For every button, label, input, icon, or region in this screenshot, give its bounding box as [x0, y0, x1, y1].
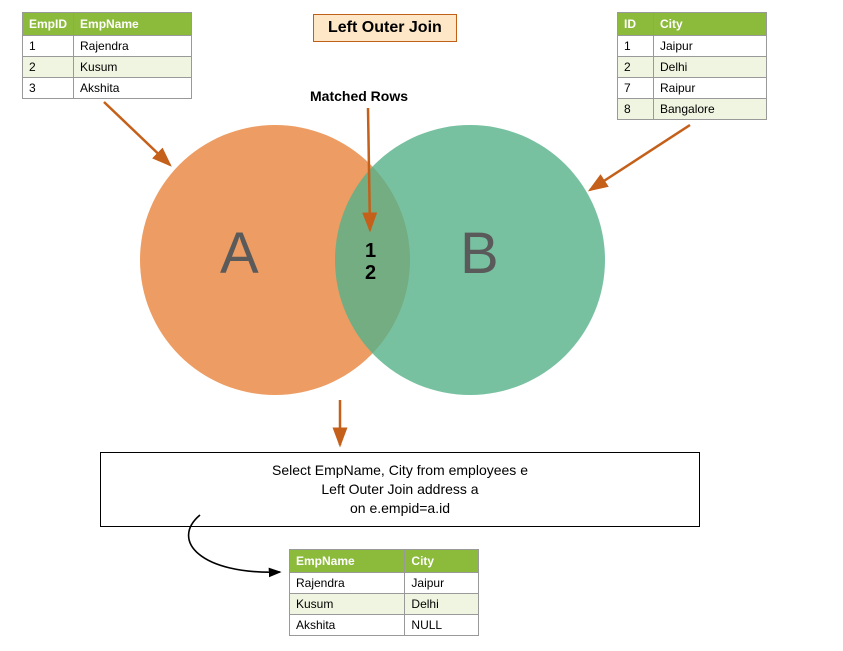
diagram-title: Left Outer Join: [313, 14, 457, 42]
table-row: Kusum Delhi: [290, 594, 479, 615]
result-header-empname: EmpName: [290, 550, 405, 573]
table-row: 2 Delhi: [618, 57, 767, 78]
table-b-header-city: City: [654, 13, 767, 36]
table-a-header-empname: EmpName: [74, 13, 192, 36]
table-row: 3 Akshita: [23, 78, 192, 99]
table-b-header-id: ID: [618, 13, 654, 36]
table-b: ID City 1 Jaipur 2 Delhi 7 Raipur 8 Bang…: [617, 12, 767, 120]
table-row: 1 Jaipur: [618, 36, 767, 57]
venn-diagram: A B 1 2: [140, 115, 620, 405]
sql-line: Left Outer Join address a: [111, 480, 689, 499]
venn-intersection-values: 1 2: [365, 240, 376, 284]
venn-label-b: B: [460, 220, 499, 287]
table-row: 2 Kusum: [23, 57, 192, 78]
table-a: EmpID EmpName 1 Rajendra 2 Kusum 3 Akshi…: [22, 12, 192, 99]
table-a-header-empid: EmpID: [23, 13, 74, 36]
result-table: EmpName City Rajendra Jaipur Kusum Delhi…: [289, 549, 479, 636]
sql-line: on e.empid=a.id: [111, 499, 689, 518]
sql-line: Select EmpName, City from employees e: [111, 461, 689, 480]
table-row: Rajendra Jaipur: [290, 573, 479, 594]
table-row: 8 Bangalore: [618, 99, 767, 120]
table-row: 7 Raipur: [618, 78, 767, 99]
result-header-city: City: [405, 550, 479, 573]
venn-label-a: A: [220, 220, 259, 287]
matched-rows-label: Matched Rows: [310, 88, 408, 104]
sql-query-box: Select EmpName, City from employees e Le…: [100, 452, 700, 527]
table-row: 1 Rajendra: [23, 36, 192, 57]
table-row: Akshita NULL: [290, 615, 479, 636]
